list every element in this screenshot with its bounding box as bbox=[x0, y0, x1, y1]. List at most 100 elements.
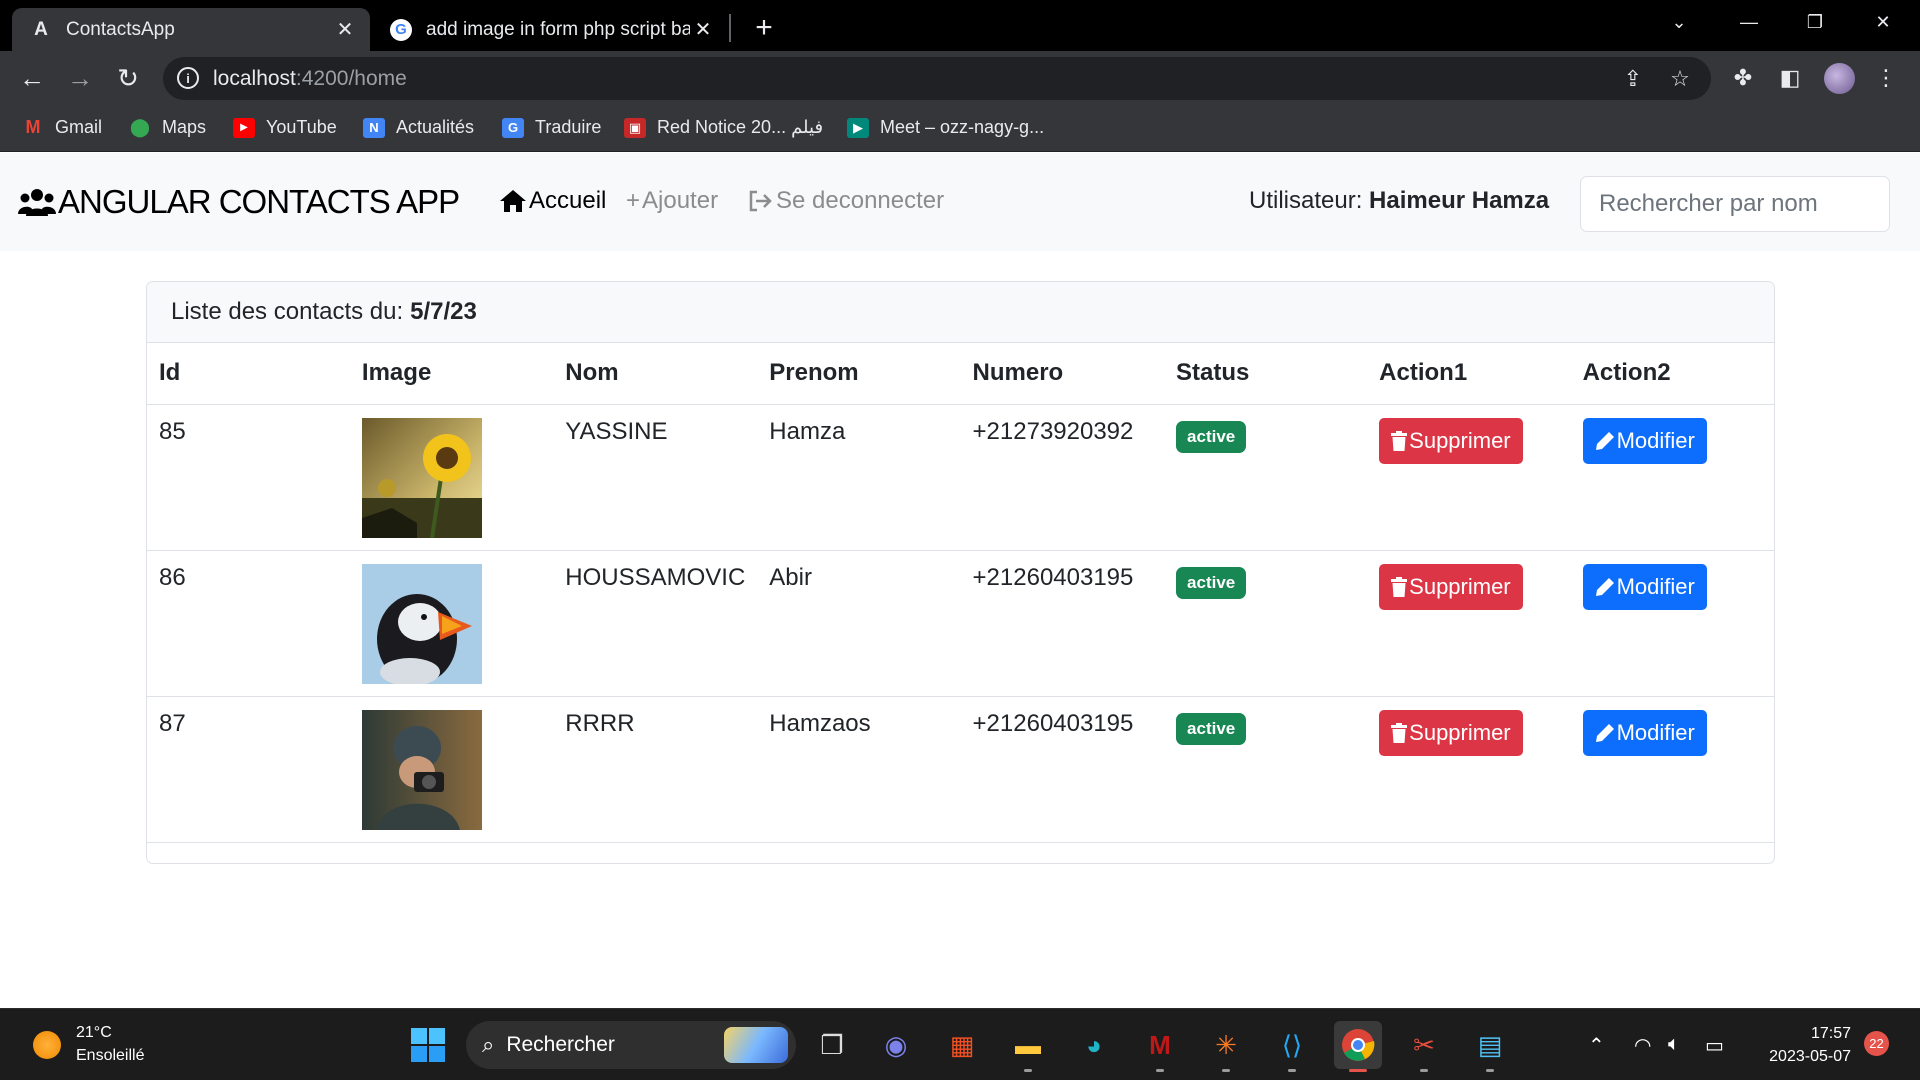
cell-action1: Supprimer bbox=[1367, 550, 1571, 697]
close-tab-icon[interactable]: ✕ bbox=[332, 17, 358, 43]
search-input[interactable] bbox=[1580, 176, 1890, 232]
snipping-tool-app[interactable]: ✂ bbox=[1400, 1021, 1448, 1072]
trash-icon bbox=[1391, 722, 1408, 743]
minimize-button[interactable]: — bbox=[1720, 0, 1778, 44]
cell-nom: RRRR bbox=[553, 696, 758, 843]
tab-search-chevron-icon[interactable]: ⌄ bbox=[1650, 0, 1708, 44]
battery-icon[interactable]: ▭ bbox=[1705, 1033, 1724, 1058]
cell-prenom: Hamza bbox=[757, 404, 961, 551]
reload-button[interactable]: ↻ bbox=[109, 59, 147, 97]
mcafee-app[interactable]: M bbox=[1136, 1021, 1184, 1072]
side-panel-icon[interactable]: ◧ bbox=[1773, 61, 1807, 95]
back-button[interactable]: ← bbox=[13, 59, 51, 97]
running-indicator bbox=[1349, 1069, 1367, 1072]
cell-action2: Modifier bbox=[1570, 696, 1774, 843]
nav-deconnecter[interactable]: Se deconnecter bbox=[748, 187, 944, 215]
site-info-icon[interactable]: i bbox=[177, 67, 199, 89]
profile-avatar[interactable] bbox=[1824, 63, 1855, 94]
running-indicator bbox=[1486, 1069, 1494, 1072]
sun-icon[interactable] bbox=[33, 1031, 61, 1059]
start-button[interactable] bbox=[404, 1021, 452, 1069]
address-url[interactable]: localhost:4200/home bbox=[213, 67, 407, 91]
microsoft-store-app[interactable]: ▦ bbox=[938, 1021, 986, 1069]
modifier-button[interactable]: Modifier bbox=[1582, 417, 1707, 464]
app-navbar: ANGULAR CONTACTS APP Accueil + Ajouter S… bbox=[0, 153, 1920, 251]
trash-icon bbox=[1391, 430, 1408, 451]
tab-separator bbox=[729, 14, 731, 42]
bookmark-maps[interactable]: ⬤ Maps bbox=[129, 117, 206, 138]
cell-numero: +21273920392 bbox=[960, 404, 1165, 551]
current-user: Utilisateur: Haimeur Hamza bbox=[1249, 187, 1549, 215]
cell-image bbox=[349, 550, 554, 697]
close-tab-icon[interactable]: ✕ bbox=[690, 17, 716, 43]
weather-desc: Ensoleillé bbox=[76, 1047, 145, 1064]
running-indicator bbox=[1156, 1069, 1164, 1072]
weather-widget[interactable]: 21°C Ensoleillé bbox=[76, 1021, 144, 1067]
folder-icon: ▬ bbox=[1015, 1029, 1041, 1060]
cell-image bbox=[349, 696, 554, 843]
teams-chat-app[interactable]: ◉ bbox=[872, 1021, 920, 1069]
col-header-numero: Numero bbox=[960, 343, 1165, 405]
bookmark-red-notice[interactable]: ▣ Red Notice 20... فيلم bbox=[624, 117, 823, 138]
col-header-nom: Nom bbox=[553, 343, 758, 405]
bookmark-gmail[interactable]: M Gmail bbox=[22, 117, 103, 138]
cell-nom: YASSINE bbox=[553, 404, 758, 551]
supprimer-button[interactable]: Supprimer bbox=[1379, 417, 1523, 464]
gmail-icon: M bbox=[25, 117, 41, 137]
close-window-button[interactable]: ✕ bbox=[1854, 0, 1912, 44]
restore-button[interactable]: ❐ bbox=[1786, 0, 1844, 44]
vscode-app[interactable]: ⟨⟩ bbox=[1268, 1021, 1316, 1072]
supprimer-button[interactable]: Supprimer bbox=[1379, 563, 1523, 610]
modifier-button[interactable]: Modifier bbox=[1582, 709, 1707, 756]
volume-icon[interactable]: 🔈︎ bbox=[1668, 1033, 1680, 1056]
cell-numero: +21260403195 bbox=[960, 550, 1165, 697]
chrome-icon bbox=[1342, 1029, 1375, 1061]
tab-title: add image in form php script ba bbox=[426, 18, 690, 40]
supprimer-button[interactable]: Supprimer bbox=[1379, 709, 1523, 756]
bookmark-actualites[interactable]: N Actualités bbox=[363, 117, 474, 138]
user-name: Haimeur Hamza bbox=[1369, 187, 1550, 214]
bookmark-star-icon[interactable]: ☆ bbox=[1666, 65, 1694, 93]
xampp-app[interactable]: ✳ bbox=[1202, 1021, 1250, 1072]
task-view-icon: ❐ bbox=[820, 1029, 844, 1060]
taskbar-search[interactable]: ⌕ Rechercher bbox=[466, 1021, 796, 1069]
tab-title: ContactsApp bbox=[66, 18, 175, 40]
tab-contactsapp[interactable]: A ContactsApp ✕ bbox=[12, 8, 370, 51]
cell-prenom: Abir bbox=[757, 550, 961, 697]
search-icon: ⌕ bbox=[482, 1032, 495, 1057]
new-tab-button[interactable]: + bbox=[748, 11, 780, 44]
nav-ajouter[interactable]: + Ajouter bbox=[626, 187, 718, 215]
cell-action1: Supprimer bbox=[1367, 404, 1571, 551]
bookmarks-bar: M Gmail ⬤ Maps ▶ YouTube N Actualités G … bbox=[0, 105, 1920, 152]
bookmark-meet[interactable]: ▶ Meet – ozz-nagy-g... bbox=[847, 117, 1044, 138]
weather-temp: 21°C bbox=[76, 1024, 112, 1041]
mcafee-icon: M bbox=[1149, 1029, 1171, 1060]
wifi-icon[interactable]: ◠ bbox=[1634, 1033, 1651, 1058]
address-bar[interactable]: i localhost:4200/home ⇪ ☆ bbox=[163, 57, 1711, 100]
trash-icon bbox=[1391, 576, 1408, 597]
notification-badge[interactable]: 22 bbox=[1864, 1031, 1889, 1056]
browser-tab-strip: A ContactsApp ✕ G add image in form php … bbox=[0, 0, 1920, 51]
modifier-button[interactable]: Modifier bbox=[1582, 563, 1707, 610]
file-explorer-app[interactable]: ▬ bbox=[1004, 1021, 1052, 1072]
windows-icon bbox=[411, 1028, 445, 1062]
app-brand[interactable]: ANGULAR CONTACTS APP bbox=[18, 183, 460, 221]
notepad-app[interactable]: ▤ bbox=[1466, 1021, 1514, 1072]
taskbar-clock[interactable]: 17:57 2023-05-07 bbox=[1755, 1022, 1851, 1068]
card-header-date: 5/7/23 bbox=[410, 298, 477, 325]
show-hidden-icons-chevron-icon[interactable]: ⌃ bbox=[1588, 1033, 1605, 1058]
task-view-button[interactable]: ❐ bbox=[808, 1021, 856, 1069]
browser-menu-icon[interactable]: ⋮ bbox=[1869, 61, 1903, 95]
bookmark-youtube[interactable]: ▶ YouTube bbox=[233, 117, 337, 138]
share-icon[interactable]: ⇪ bbox=[1619, 65, 1647, 93]
edge-app[interactable]: ◕ bbox=[1070, 1021, 1118, 1069]
forward-button[interactable]: → bbox=[61, 59, 99, 97]
tab-google-search[interactable]: G add image in form php script ba ✕ bbox=[372, 8, 728, 51]
nav-accueil[interactable]: Accueil bbox=[499, 187, 606, 215]
bookmark-traduire[interactable]: G Traduire bbox=[502, 117, 601, 138]
card-header-label: Liste des contacts du: bbox=[171, 298, 404, 325]
google-icon: G bbox=[390, 18, 412, 41]
extensions-icon[interactable]: ✤ bbox=[1726, 61, 1760, 95]
chrome-app[interactable] bbox=[1334, 1021, 1382, 1072]
cell-id: 85 bbox=[147, 404, 350, 551]
